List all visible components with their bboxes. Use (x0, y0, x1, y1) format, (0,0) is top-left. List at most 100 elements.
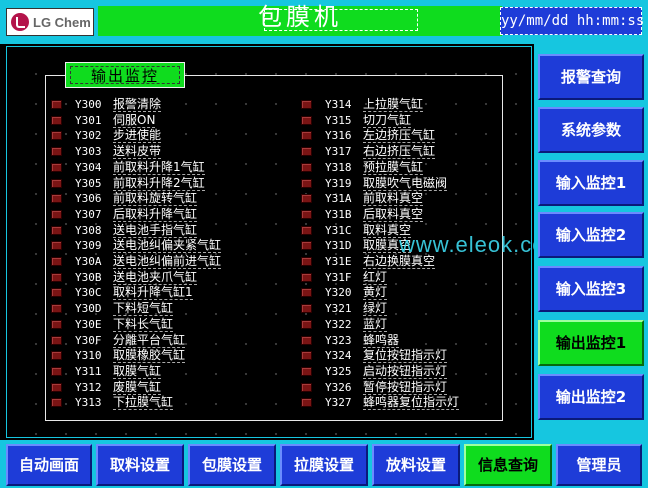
output-label: 切刀气缸 (363, 112, 412, 128)
output-label: 分離平台气缸 (113, 332, 186, 348)
output-address: Y30D (75, 302, 102, 316)
output-address: Y318 (325, 160, 352, 174)
bottom-nav-button[interactable]: 管理员 (556, 444, 642, 486)
status-lamp-icon (51, 288, 62, 298)
output-label: 黄灯 (363, 285, 388, 301)
output-row: Y314 上拉膜气缸 (301, 97, 511, 112)
status-lamp-icon (51, 131, 62, 141)
output-label: 步进使能 (113, 128, 162, 144)
status-lamp-icon (301, 115, 312, 125)
main-panel: 输出监控 Y300 报警清除 Y301 伺服ON Y302 步进使能 Y303 送料皮带 Y30… (6, 46, 564, 438)
status-lamp-icon (301, 131, 312, 141)
output-label: 复位按钮指示灯 (363, 348, 448, 364)
output-address: Y30C (75, 286, 102, 300)
output-address: Y30F (75, 333, 102, 347)
bottom-nav-button[interactable]: 拉膜设置 (280, 444, 368, 486)
status-lamp-icon (301, 178, 312, 188)
output-row: Y310 取膜橡胶气缸 (51, 348, 261, 364)
output-address: Y308 (75, 223, 102, 237)
bottom-nav-button[interactable]: 信息查询 (464, 444, 552, 486)
output-label: 取膜橡胶气缸 (113, 348, 186, 364)
output-address: Y317 (325, 145, 352, 159)
output-row: Y30C 取料升降气缸1 (51, 285, 261, 301)
sidebar-button[interactable]: 输入监控2 (538, 212, 644, 258)
output-row: Y302 步进使能 (51, 128, 261, 144)
output-row: Y301 伺服ON (51, 113, 261, 128)
output-label: 蓝灯 (363, 316, 388, 332)
status-lamp-icon (51, 194, 62, 204)
output-row: Y318 预拉膜气缸 (301, 160, 511, 175)
status-lamp-icon (301, 335, 312, 345)
output-address: Y31D (325, 239, 352, 253)
lg-logo-mark-icon (11, 13, 29, 31)
output-label: 后取料升降气缸 (113, 206, 198, 222)
sidebar-button[interactable]: 输出监控1 (538, 320, 644, 366)
output-label: 前取料升降2气缸 (113, 175, 205, 191)
output-address: Y30B (75, 270, 102, 284)
output-address: Y31C (325, 223, 352, 237)
lg-chem-logo: LG Chem (6, 8, 94, 36)
bottom-nav-button[interactable]: 包膜设置 (188, 444, 276, 486)
status-lamp-icon (51, 162, 62, 172)
sidebar-button[interactable]: 输入监控3 (538, 266, 644, 312)
status-lamp-icon (301, 382, 312, 392)
output-row: Y303 送料皮带 (51, 144, 261, 160)
output-label: 送电池夹爪气缸 (113, 269, 198, 285)
output-address: Y316 (325, 129, 352, 143)
output-label: 前取料旋转气缸 (113, 191, 198, 207)
output-label: 送料皮带 (113, 144, 162, 160)
output-row: Y304 前取料升降1气缸 (51, 160, 261, 175)
output-row: Y316 左边挤压气缸 (301, 128, 511, 144)
sidebar-button[interactable]: 输入监控1 (538, 160, 644, 206)
bottom-nav-button[interactable]: 放料设置 (372, 444, 460, 486)
output-address: Y326 (325, 380, 352, 394)
status-lamp-icon (301, 398, 312, 408)
status-lamp-icon (51, 272, 62, 282)
status-lamp-icon (301, 194, 312, 204)
output-row: Y322 蓝灯 (301, 317, 511, 332)
output-address: Y310 (75, 349, 102, 363)
output-address: Y327 (325, 396, 352, 410)
output-row: Y311 取膜气缸 (51, 364, 261, 379)
sidebar-button[interactable]: 输出监控2 (538, 374, 644, 420)
bottom-nav-button[interactable]: 自动画面 (6, 444, 92, 486)
output-address: Y307 (75, 207, 102, 221)
output-address: Y31E (325, 255, 352, 268)
group-title: 输出监控 (90, 67, 159, 85)
output-label: 启动按钮指示灯 (363, 363, 448, 379)
status-lamp-icon (301, 319, 312, 329)
title-bar: 包膜机 (98, 3, 502, 36)
status-lamp-icon (51, 147, 62, 157)
output-row: Y31A 前取料真空 (301, 191, 511, 207)
sidebar-button[interactable]: 报警查询 (538, 54, 644, 100)
output-row: Y326 暂停按钮指示灯 (301, 380, 511, 395)
status-lamp-icon (301, 351, 312, 361)
bottom-nav: 自动画面 取料设置 包膜设置 拉膜设置 放料设置 信息查询 管理员 (0, 440, 648, 488)
output-label: 送电池纠偏夹紧气缸 (113, 238, 222, 254)
output-label: 上拉膜气缸 (363, 97, 424, 112)
output-address: Y320 (325, 286, 352, 300)
output-address: Y323 (325, 333, 352, 347)
output-label: 废膜气缸 (113, 379, 162, 395)
output-label: 报警清除 (113, 97, 162, 112)
output-address: Y31F (325, 270, 352, 284)
output-label: 取膜吹气电磁阀 (363, 175, 448, 191)
output-address: Y301 (75, 113, 102, 127)
output-label: 左边挤压气缸 (363, 128, 436, 144)
output-label: 下料短气缸 (113, 301, 174, 317)
status-lamp-icon (51, 241, 62, 251)
sidebar-button[interactable]: 系统参数 (538, 107, 644, 153)
output-label: 蜂鸣器 (363, 332, 400, 348)
output-label: 预拉膜气缸 (363, 159, 424, 175)
output-label: 前取料升降1气缸 (113, 159, 205, 175)
output-row: Y30E 下料长气缸 (51, 317, 261, 332)
bottom-nav-button[interactable]: 取料设置 (96, 444, 184, 486)
output-address: Y311 (75, 364, 102, 378)
status-lamp-icon (301, 209, 312, 219)
output-row: Y306 前取料旋转气缸 (51, 191, 261, 207)
status-lamp-icon (51, 351, 62, 361)
output-address: Y31B (325, 207, 352, 221)
datetime-text: yy/mm/dd hh:mm:ss (501, 13, 645, 29)
status-lamp-icon (51, 398, 62, 408)
output-row: Y327 蜂鸣器复位指示灯 (301, 395, 511, 411)
